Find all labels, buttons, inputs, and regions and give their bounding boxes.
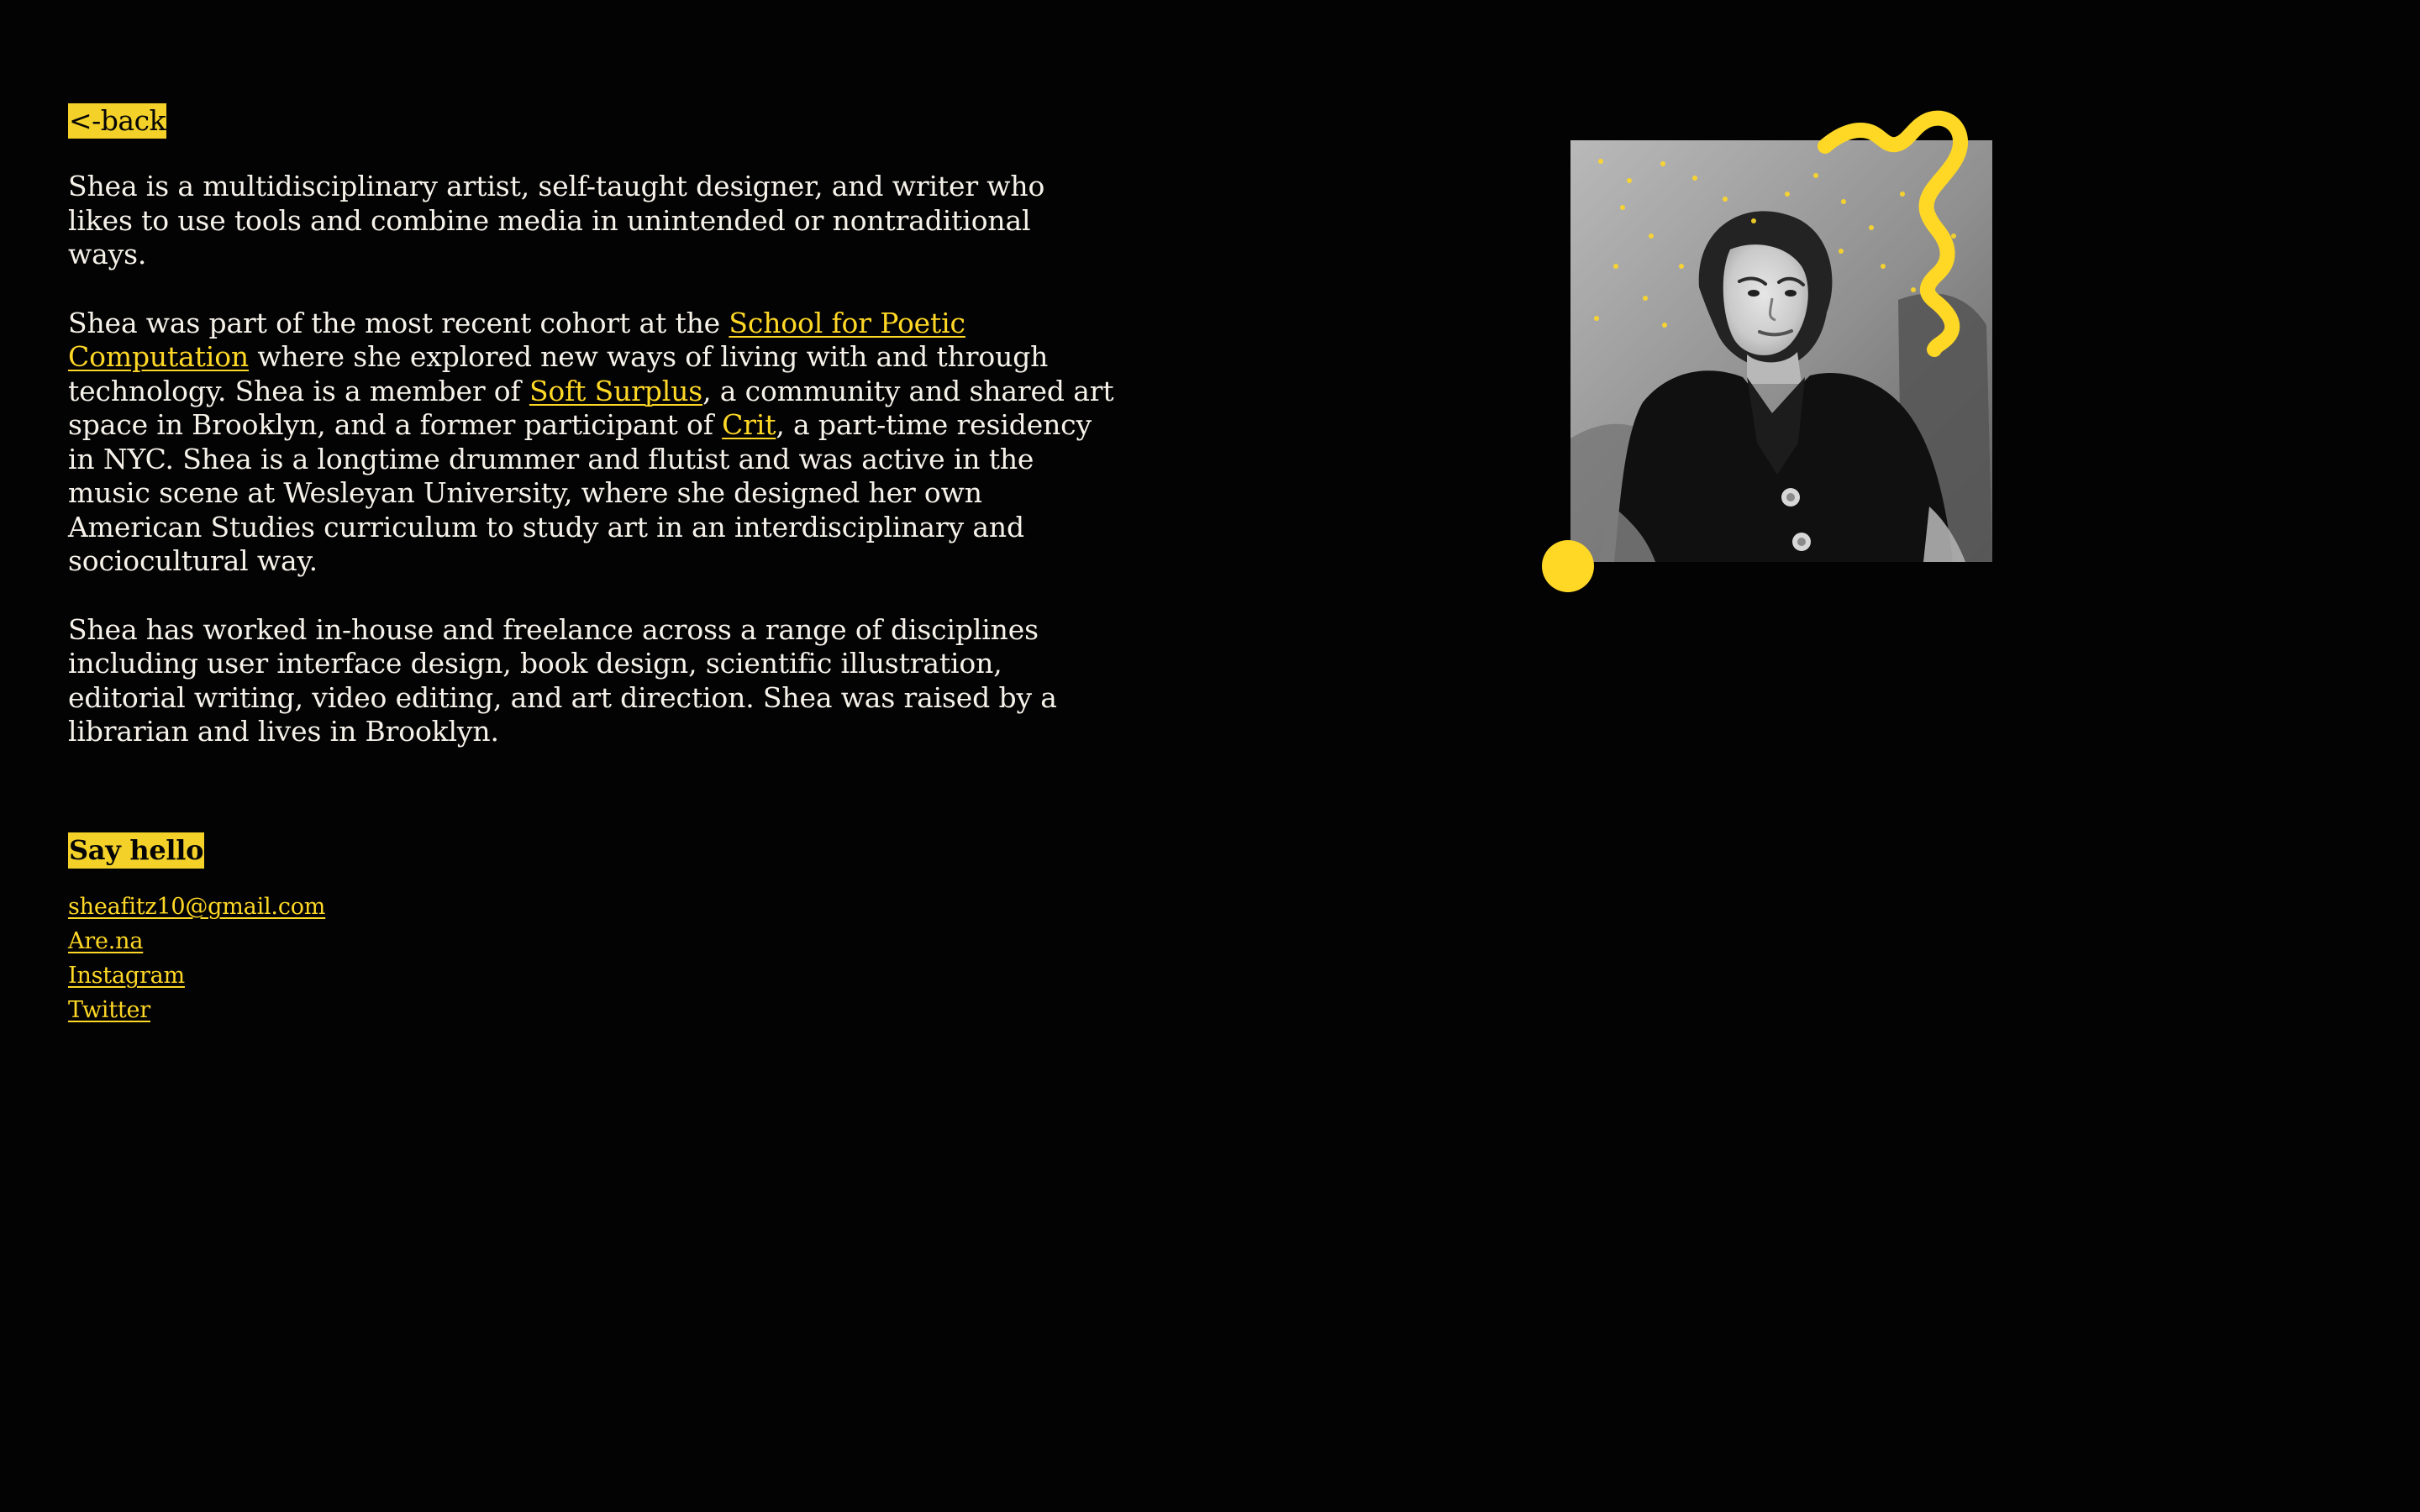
contact-section: Say hello sheafitz10@gmail.com Are.na In… (68, 832, 325, 1027)
bio-paragraph-intro: Shea is a multidisciplinary artist, self… (68, 170, 1045, 270)
back-link[interactable]: <-back (68, 103, 167, 139)
yellow-squiggle-icon (1542, 110, 1968, 592)
instagram-link[interactable]: Instagram (68, 963, 185, 989)
portrait-figure (1541, 110, 2018, 594)
bio-text-before-school-link: Shea was part of the most recent cohort … (68, 306, 729, 339)
twitter-link[interactable]: Twitter (68, 997, 150, 1023)
contact-links: sheafitz10@gmail.com Are.na Instagram Tw… (68, 890, 325, 1027)
soft-surplus-link[interactable]: Soft Surplus (529, 375, 702, 407)
say-hello-heading: Say hello (68, 832, 205, 869)
contact-item-arena: Are.na (68, 924, 325, 958)
bio-paragraph-affiliations: Shea was part of the most recent cohort … (68, 307, 1114, 579)
contact-item-email: sheafitz10@gmail.com (68, 890, 325, 924)
contact-item-instagram: Instagram (68, 958, 325, 993)
email-link[interactable]: sheafitz10@gmail.com (68, 894, 325, 920)
bio-paragraph-work: Shea has worked in-house and freelance a… (68, 612, 1057, 748)
arena-link[interactable]: Are.na (68, 928, 143, 954)
crit-link[interactable]: Crit (722, 408, 776, 441)
contact-item-twitter: Twitter (68, 993, 325, 1027)
bio: Shea is a multidisciplinary artist, self… (68, 170, 1114, 784)
